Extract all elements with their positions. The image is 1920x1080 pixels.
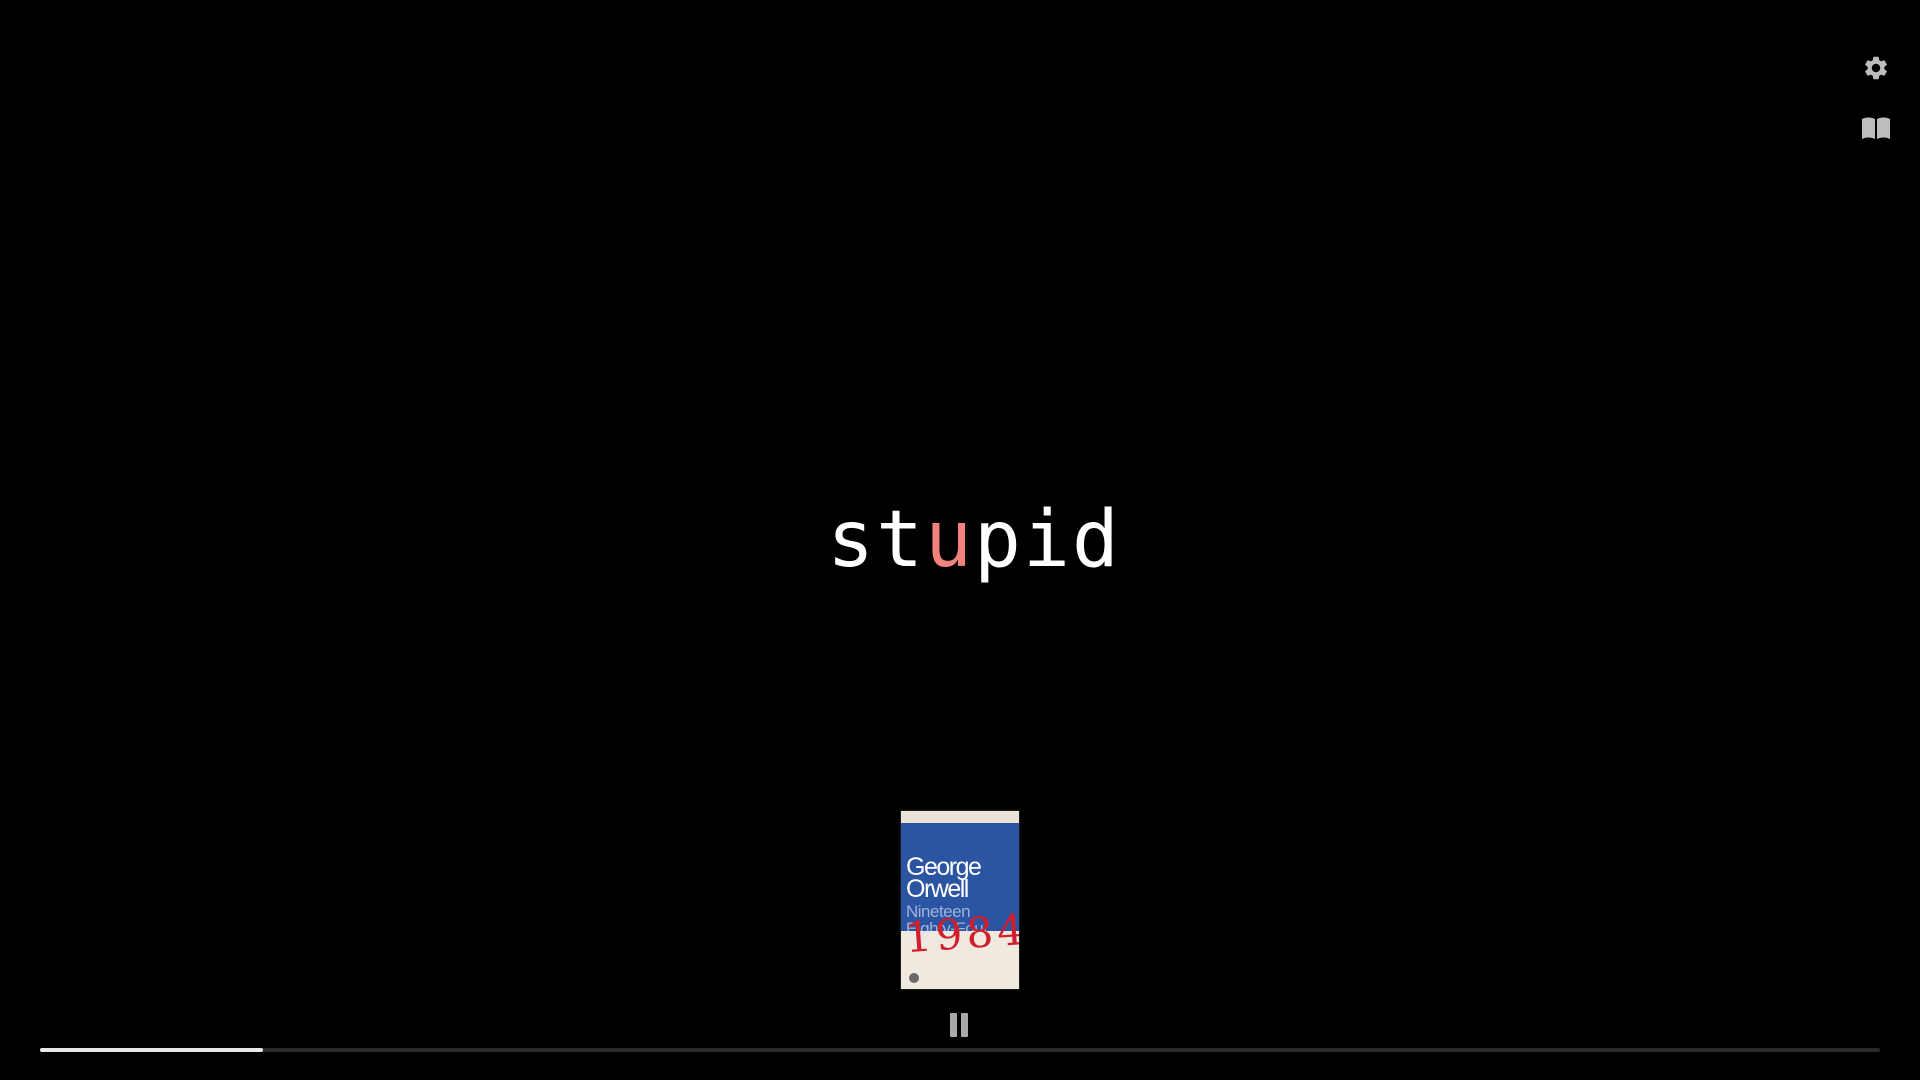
open-book-icon xyxy=(1862,117,1890,139)
cover-top-strip xyxy=(901,811,1019,823)
speed-reader-app: stupid George Orwell Nineteen Eighty-Fou… xyxy=(0,0,1920,1080)
pause-bar-right xyxy=(961,1013,968,1037)
book-cover[interactable]: George Orwell Nineteen Eighty-Four 1984 xyxy=(901,811,1019,989)
cover-scrawl: 1984 xyxy=(903,904,1019,963)
current-word: stupid xyxy=(0,488,1920,592)
settings-button[interactable] xyxy=(1860,52,1892,84)
word-prefix: st xyxy=(827,495,926,585)
gear-icon xyxy=(1865,56,1887,80)
side-toolbar xyxy=(1860,52,1892,144)
reading-progress-bar[interactable] xyxy=(40,1048,1880,1052)
focus-letter: u xyxy=(925,495,974,585)
pause-button[interactable] xyxy=(950,1013,970,1037)
pause-bar-left xyxy=(950,1013,957,1037)
library-button[interactable] xyxy=(1860,112,1892,144)
word-suffix: pid xyxy=(974,495,1121,585)
reading-progress-fill xyxy=(40,1048,263,1052)
publisher-logo xyxy=(909,973,919,983)
cover-author: George Orwell xyxy=(906,853,982,903)
